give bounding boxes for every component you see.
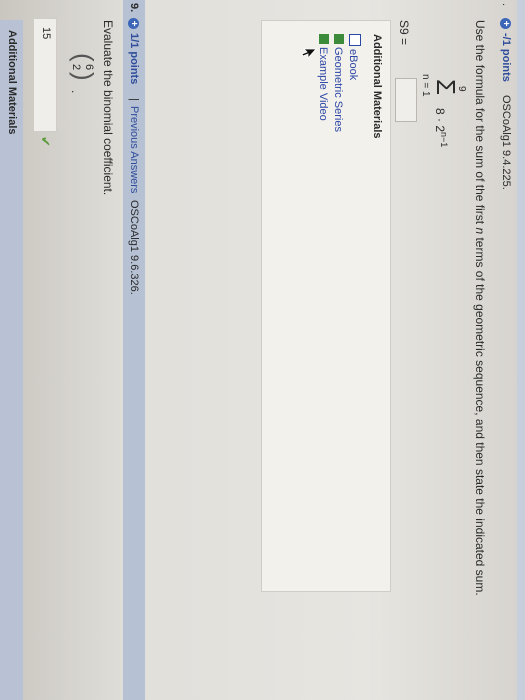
q8-reference: OSCoAlg1 9.4.225.: [500, 95, 512, 190]
q9-reference: OSCoAlg1 9.6.326.: [128, 200, 140, 295]
binom-right-paren: ): [69, 72, 99, 81]
sigma-term: 8 · 2n−1: [433, 108, 449, 147]
q9-materials-bar: Additional Materials: [0, 20, 23, 700]
q9-instruction: Evaluate the binomial coefficient.: [101, 20, 115, 196]
binom-period: .: [69, 90, 83, 94]
video-icon: [319, 34, 329, 44]
q8-points: -/1 points: [500, 33, 512, 82]
expand-plus-icon[interactable]: +: [128, 18, 139, 29]
q8-instruction: Use the formula for the sum of the first…: [473, 20, 487, 596]
correct-check-icon: ✔: [38, 136, 53, 147]
q9-points: 1/1 points: [128, 33, 140, 85]
q8-header: . + -/1 points OSCoAlg1 9.4.225.: [495, 0, 517, 700]
rotated-page: . + -/1 points OSCoAlg1 9.4.225. Use the…: [0, 0, 525, 700]
q9-separator: |: [128, 98, 140, 101]
s9-answer-input[interactable]: [395, 78, 417, 122]
q9-answer-value: 15: [40, 27, 52, 40]
expand-plus-icon[interactable]: +: [500, 18, 511, 29]
sigma-symbol: Σ: [431, 79, 461, 96]
mouse-cursor-icon: [301, 48, 317, 60]
sigma-lower: n = 1: [420, 74, 431, 97]
q8-instruction-start: Use the formula for the sum of the first: [473, 20, 487, 225]
q8-instruction-var: n: [473, 227, 487, 235]
q9-number: 9.: [128, 3, 140, 13]
q9-header: 9. + 1/1 points | Previous Answers OSCoA…: [123, 0, 145, 700]
term-base: 8 · 2: [433, 108, 447, 133]
term-exponent: n−1: [439, 132, 449, 148]
binom-bottom: 2: [70, 64, 82, 71]
video-icon: [334, 34, 344, 44]
previous-answers-link[interactable]: Previous Answers: [128, 106, 140, 193]
ebook-link[interactable]: eBook: [347, 49, 359, 80]
binom-top: 6: [83, 64, 95, 71]
q9-answer-input[interactable]: 15: [33, 18, 57, 132]
top-margin-strip: [517, 0, 525, 700]
q9-materials-heading: Additional Materials: [6, 30, 18, 135]
example-video-link[interactable]: Example Video: [317, 47, 329, 121]
q8-instruction-end: terms of the geometric sequence, and the…: [473, 237, 487, 596]
materials-item-example-video[interactable]: Example Video: [315, 34, 333, 121]
ebook-icon: [349, 34, 361, 46]
materials-heading: Additional Materials: [371, 34, 383, 139]
geometric-series-link[interactable]: Geometric Series: [332, 47, 344, 132]
q8-number: .: [500, 3, 512, 7]
screen: . + -/1 points OSCoAlg1 9.4.225. Use the…: [0, 0, 525, 700]
s9-label: S9 =: [397, 20, 411, 46]
binom-left-paren: (: [69, 53, 99, 62]
